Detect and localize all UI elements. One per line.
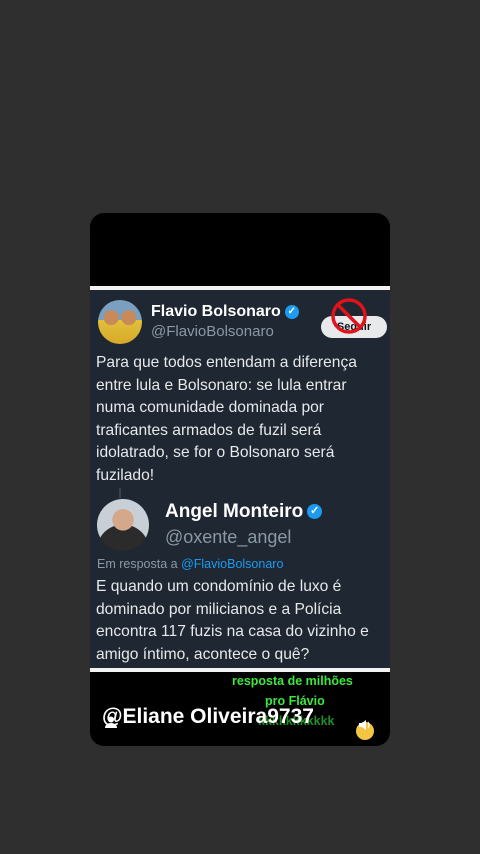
speaker-icon[interactable] xyxy=(358,718,372,732)
tweet2-avatar xyxy=(97,499,149,551)
thread-connector xyxy=(119,488,121,498)
tweet1-text: Para que todos entendam a diferença entr… xyxy=(96,354,357,484)
tweet-screenshot: Flavio Bolsonaro ✓ @FlavioBolsonaro Segui… xyxy=(90,290,390,740)
prohibited-icon xyxy=(331,298,367,334)
tweet2-text: E quando um condomínio de luxo é dominad… xyxy=(96,578,369,663)
tweet1-avatar xyxy=(98,300,142,344)
tweet2-author: Angel Monteiro ✓ xyxy=(165,501,323,523)
verified-badge-icon: ✓ xyxy=(307,504,323,520)
tweet1-handle: @FlavioBolsonaro xyxy=(151,323,274,340)
reply-context: Em resposta a @FlavioBolsonaro xyxy=(97,557,284,571)
tweet1-author: Flavio Bolsonaro ✓ xyxy=(151,303,299,321)
tweet1-header: Flavio Bolsonaro ✓ @FlavioBolsonaro Segui… xyxy=(98,298,390,344)
video-frame: Flavio Bolsonaro ✓ @FlavioBolsonaro Segui… xyxy=(90,213,390,746)
tweet2-handle: @oxente_angel xyxy=(165,527,292,547)
overlay-caption-1: resposta de milhões xyxy=(232,674,353,688)
watermark: @Eliane Oliveira9737 xyxy=(102,705,314,728)
reply-to-link[interactable]: @FlavioBolsonaro xyxy=(181,557,283,571)
bottom-divider xyxy=(90,668,390,672)
verified-badge-icon: ✓ xyxy=(284,304,299,319)
